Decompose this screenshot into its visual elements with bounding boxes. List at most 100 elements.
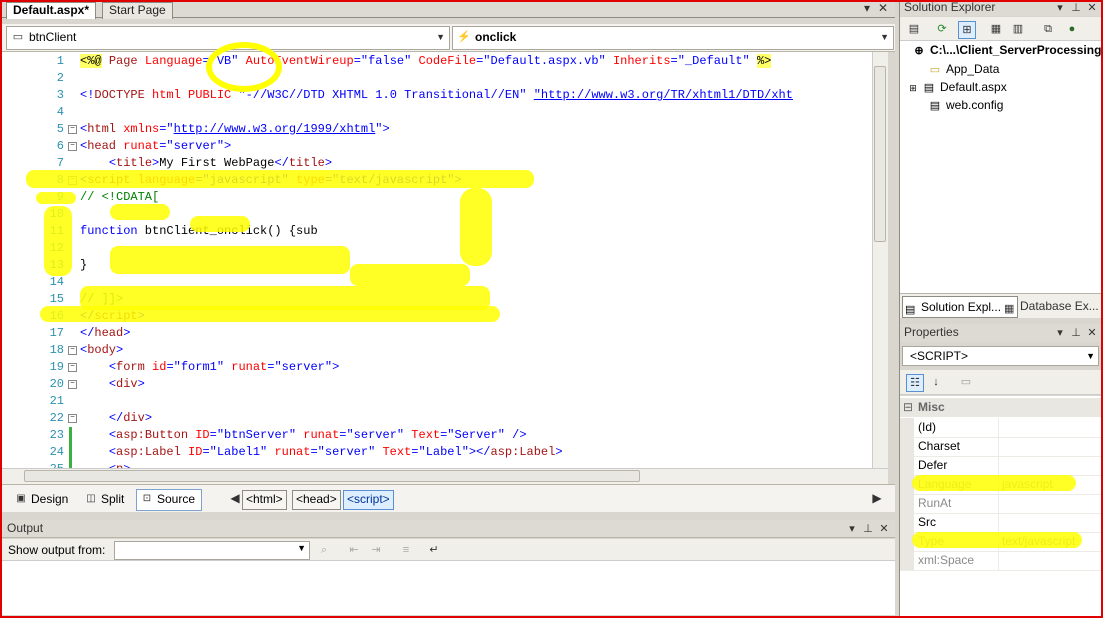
horizontal-scroll-thumb[interactable] [24, 470, 640, 482]
fold-toggle-icon[interactable]: − [68, 363, 77, 372]
close-document-icon[interactable]: ✕ [876, 1, 890, 15]
property-value[interactable] [998, 456, 1102, 475]
dropdown-icon[interactable]: ▾ [1052, 0, 1068, 16]
property-value[interactable]: javascript [998, 475, 1102, 494]
fold-toggle-icon[interactable]: − [68, 125, 77, 134]
pin-icon[interactable]: ⊥ [1068, 0, 1084, 16]
window-position-icon[interactable]: ▾ [860, 1, 874, 15]
code-line[interactable]: 6− <head runat="server"> [2, 138, 888, 155]
alphabetical-icon[interactable]: ↓ [928, 374, 944, 390]
fold-toggle-icon[interactable]: − [68, 142, 77, 151]
close-icon[interactable]: ✕ [1084, 0, 1100, 16]
clear-all-icon[interactable]: ≡ [398, 542, 414, 558]
source-view-button[interactable]: ⊡ Source [136, 489, 203, 511]
fold-toggle-icon[interactable]: − [68, 380, 77, 389]
tab-solution-explorer[interactable]: ▤ Solution Expl... [902, 296, 1018, 318]
property-row[interactable]: Src [900, 513, 1101, 533]
property-row[interactable]: (Id) [900, 418, 1101, 438]
next-message-icon[interactable]: ⇥ [368, 542, 384, 558]
tab-start-page[interactable]: Start Page [102, 2, 173, 19]
code-line[interactable]: 19− <form id="form1" runat="server"> [2, 359, 888, 376]
property-row[interactable]: Type text/javascript [900, 532, 1101, 552]
vertical-scroll-thumb[interactable] [874, 66, 886, 242]
find-message-icon[interactable]: ⌕ [316, 542, 332, 558]
code-line[interactable]: 5− <html xmlns="http://www.w3.org/1999/xh… [2, 121, 888, 138]
property-row[interactable]: Language javascript [900, 475, 1101, 495]
code-line[interactable]: 25 <p> [2, 461, 888, 468]
dropdown-icon[interactable]: ▾ [844, 521, 860, 537]
expand-icon[interactable]: ⊞ [908, 81, 918, 95]
tree-item-app-data[interactable]: ▭ App_Data [928, 60, 1000, 78]
property-value[interactable] [998, 513, 1102, 532]
code-line[interactable]: 12 [2, 240, 888, 257]
event-combo[interactable]: ⚡ onclick ▼ [452, 26, 894, 50]
property-row[interactable]: Defer [900, 456, 1101, 476]
fold-toggle-icon[interactable]: − [68, 176, 77, 185]
pin-icon[interactable]: ⊥ [860, 521, 876, 537]
code-line[interactable]: 13} [2, 257, 888, 274]
property-row[interactable]: xml:Space [900, 551, 1101, 571]
close-icon[interactable]: ✕ [1084, 325, 1100, 341]
crumb-script[interactable]: <script> [343, 490, 394, 510]
code-line[interactable]: 23 <asp:Button ID="btnServer" runat="ser… [2, 427, 888, 444]
nest-files-icon[interactable]: ⊞ [958, 21, 976, 39]
pin-icon[interactable]: ⊥ [1068, 325, 1084, 341]
property-row[interactable]: Charset [900, 437, 1101, 457]
code-line[interactable]: 8− <script language="javascript" type="te… [2, 172, 888, 189]
copy-website-icon[interactable]: ⧉ [1040, 21, 1056, 37]
property-value[interactable] [998, 551, 1102, 570]
word-wrap-icon[interactable]: ↵ [426, 542, 442, 558]
code-line[interactable]: 10 [2, 206, 888, 223]
refresh-icon[interactable]: ⟳ [934, 21, 950, 37]
asp-config-icon[interactable]: ● [1064, 21, 1080, 37]
property-value[interactable]: text/javascript [998, 532, 1102, 551]
split-view-button[interactable]: ◫ Split [80, 489, 131, 511]
tree-item-default-aspx[interactable]: ⊞ ▤ Default.aspx [908, 78, 1006, 96]
property-pages-icon[interactable]: ▭ [958, 374, 974, 390]
code-editor[interactable]: 1 <%@ Page Language="VB" AutoEventWireup=… [2, 52, 888, 468]
code-line[interactable]: 11 function btnClient_onclick() {sub [2, 223, 888, 240]
code-line[interactable]: 22− </div> [2, 410, 888, 427]
code-line[interactable]: 2 [2, 70, 888, 87]
code-line[interactable]: 9 // <!CDATA[ [2, 189, 888, 206]
crumb-head[interactable]: <head> [292, 490, 341, 510]
property-row[interactable]: RunAt [900, 494, 1101, 514]
close-icon[interactable]: ✕ [876, 521, 892, 537]
scroll-left-icon[interactable]: ◀ [228, 491, 242, 505]
property-value[interactable] [998, 418, 1102, 437]
view-designer-icon[interactable]: ▥ [1010, 21, 1026, 37]
crumb-html[interactable]: <html> [242, 490, 287, 510]
tree-item-web-config[interactable]: ▤ web.config [928, 96, 1004, 114]
tree-root[interactable]: ⊕ C:\...\Client_ServerProcessing\ [912, 41, 1103, 59]
code-line[interactable]: 15 // ]]> [2, 291, 888, 308]
view-code-icon[interactable]: ▦ [988, 21, 1004, 37]
previous-message-icon[interactable]: ⇤ [346, 542, 362, 558]
collapse-icon[interactable]: ⊟ [903, 398, 913, 417]
property-value[interactable] [998, 494, 1102, 513]
code-line[interactable]: 21 [2, 393, 888, 410]
code-line[interactable]: 20− <div> [2, 376, 888, 393]
dropdown-icon[interactable]: ▾ [1052, 325, 1068, 341]
scroll-right-icon[interactable]: ▶ [870, 491, 884, 505]
output-source-select[interactable]: ▼ [114, 541, 310, 560]
tab-default-aspx[interactable]: Default.aspx* [6, 2, 97, 19]
properties-object-select[interactable]: <SCRIPT> ▼ [902, 346, 1099, 366]
categorized-icon[interactable]: ☷ [906, 374, 924, 392]
code-line[interactable]: 18− <body> [2, 342, 888, 359]
code-line[interactable]: 14 [2, 274, 888, 291]
property-value[interactable] [998, 437, 1102, 456]
code-line[interactable]: 17 </head> [2, 325, 888, 342]
design-view-button[interactable]: ▣ Design [10, 489, 75, 511]
code-line[interactable]: 1 <%@ Page Language="VB" AutoEventWireup=… [2, 53, 888, 70]
category-misc[interactable]: ⊟ Misc [900, 398, 1101, 417]
tab-database-explorer[interactable]: ▦ Database Ex... [1002, 296, 1103, 316]
fold-toggle-icon[interactable]: − [68, 414, 77, 423]
fold-toggle-icon[interactable]: − [68, 346, 77, 355]
output-text-area[interactable] [2, 561, 895, 615]
code-line[interactable]: 24 <asp:Label ID="Label1" runat="server"… [2, 444, 888, 461]
code-line[interactable]: 3 <!DOCTYPE html PUBLIC "-//W3C//DTD XHTM… [2, 87, 888, 104]
object-combo[interactable]: ▭ btnClient ▼ [6, 26, 450, 50]
code-line[interactable]: 16 </script> [2, 308, 888, 325]
code-line[interactable]: 4 [2, 104, 888, 121]
properties-icon[interactable]: ▤ [906, 21, 922, 37]
